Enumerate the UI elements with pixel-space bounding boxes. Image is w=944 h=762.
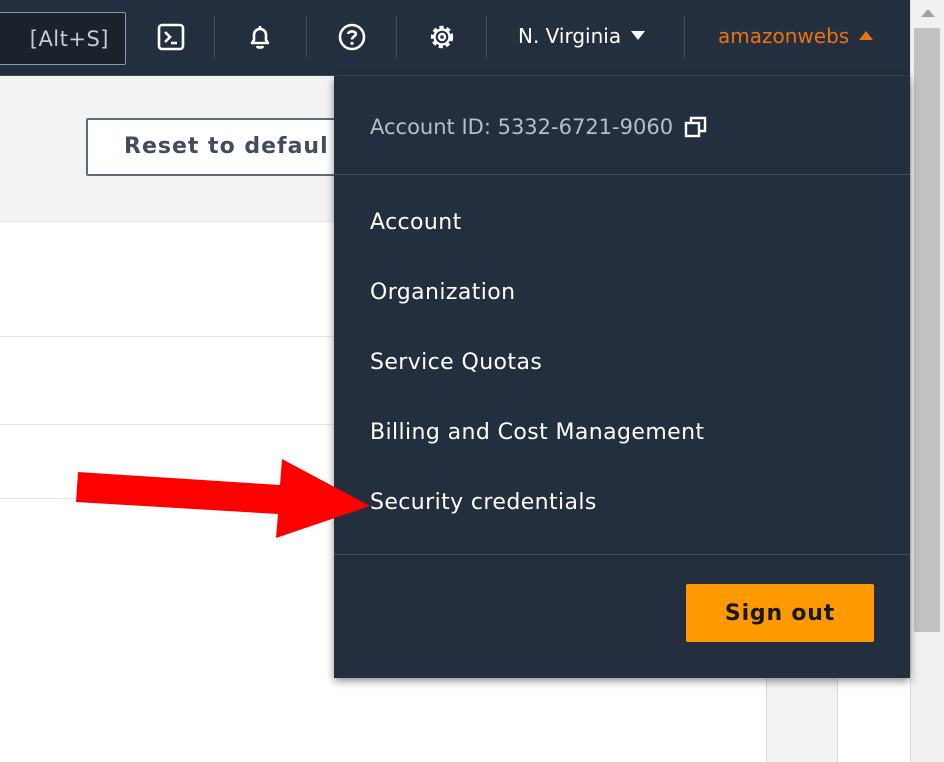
- region-label: N. Virginia: [518, 24, 622, 48]
- menu-divider: [334, 554, 910, 555]
- top-navigation-bar: [Alt+S] N. Virginia amazonwebs: [0, 0, 910, 76]
- menu-item-security-credentials[interactable]: Security credentials: [370, 490, 597, 515]
- nav-divider: [306, 16, 307, 58]
- menu-item-service-quotas[interactable]: Service Quotas: [370, 350, 542, 375]
- menu-item-organization[interactable]: Organization: [370, 280, 515, 305]
- region-selector[interactable]: N. Virginia: [518, 24, 646, 48]
- account-dropdown-menu: Account ID: 5332-6721-9060 Account Organ…: [334, 76, 910, 678]
- gear-icon[interactable]: [425, 20, 459, 54]
- side-panel: [766, 678, 838, 762]
- nav-divider: [486, 16, 487, 58]
- scroll-up-arrow-icon[interactable]: [911, 0, 944, 26]
- vertical-scrollbar[interactable]: [910, 0, 944, 762]
- account-id: Account ID: 5332-6721-9060: [370, 114, 709, 140]
- search-input[interactable]: [Alt+S]: [0, 12, 126, 65]
- caret-down-icon: [631, 31, 646, 40]
- scrollbar-thumb[interactable]: [914, 28, 940, 632]
- account-id-label: Account ID: 5332-6721-9060: [370, 115, 674, 139]
- nav-divider: [214, 16, 215, 58]
- cloudshell-icon[interactable]: [154, 20, 188, 54]
- nav-divider: [396, 16, 397, 58]
- menu-item-billing[interactable]: Billing and Cost Management: [370, 420, 704, 445]
- account-menu-button[interactable]: amazonwebs: [718, 24, 874, 48]
- copy-icon[interactable]: [683, 114, 709, 140]
- bell-icon[interactable]: [243, 20, 277, 54]
- annotation-arrow-icon: [76, 459, 370, 538]
- help-icon[interactable]: [335, 20, 369, 54]
- menu-divider: [334, 174, 910, 175]
- nav-divider: [684, 16, 685, 58]
- menu-item-account[interactable]: Account: [370, 210, 462, 235]
- caret-up-icon: [859, 31, 874, 40]
- search-shortcut-hint: [Alt+S]: [29, 27, 109, 51]
- sign-out-button[interactable]: Sign out: [686, 584, 874, 642]
- account-label: amazonwebs: [718, 24, 850, 48]
